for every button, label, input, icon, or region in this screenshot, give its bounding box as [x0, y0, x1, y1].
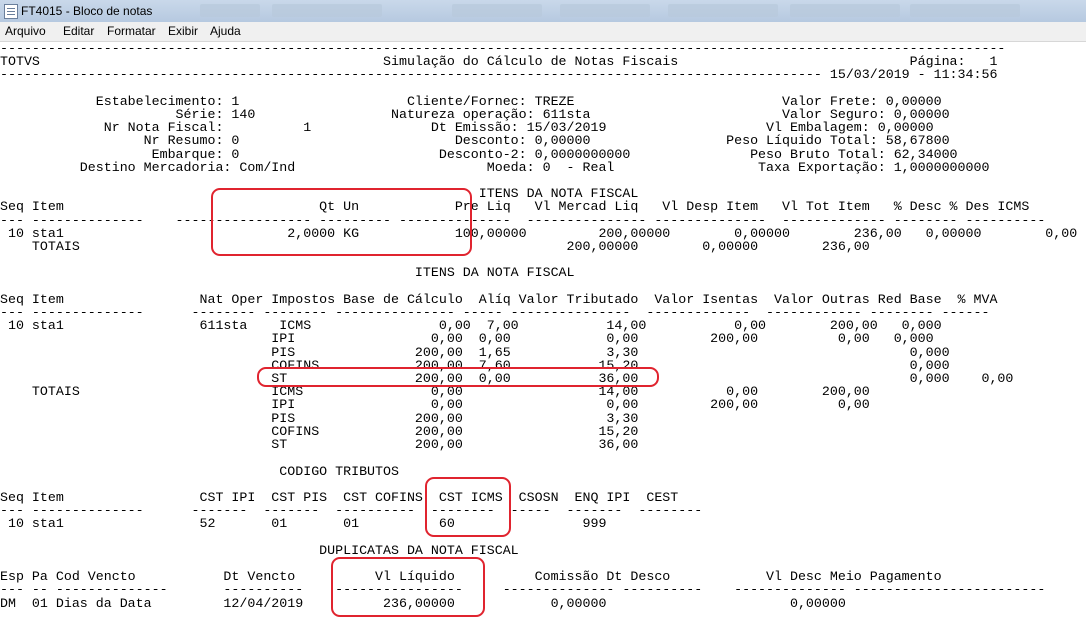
document-text: ----------------------------------------…: [0, 42, 1077, 610]
document-line: 10 sta1 52 01 01 60 999: [0, 516, 607, 532]
document-line: TOTAIS 200,00000 0,00000 236,00: [0, 239, 870, 255]
document-line: CODIGO TRIBUTOS: [0, 463, 399, 479]
background-tab-blur: [200, 4, 260, 17]
window-title: FT4015 - Bloco de notas: [21, 4, 153, 18]
document-text-area[interactable]: ----------------------------------------…: [0, 42, 1086, 644]
notepad-icon: [4, 4, 18, 19]
menu-editar[interactable]: Editar: [63, 24, 94, 38]
menu-ajuda[interactable]: Ajuda: [210, 24, 241, 38]
menu-exibir[interactable]: Exibir: [168, 24, 198, 38]
background-tab-blur: [668, 4, 778, 17]
menu-arquivo[interactable]: Arquivo: [5, 24, 46, 38]
document-line: ITENS DA NOTA FISCAL: [0, 265, 575, 281]
document-line: DM 01 Dias da Data 12/04/2019 236,00000 …: [0, 595, 846, 611]
background-tab-blur: [790, 4, 900, 17]
document-line: DUPLICATAS DA NOTA FISCAL: [0, 542, 519, 558]
menu-formatar[interactable]: Formatar: [107, 24, 156, 38]
background-tab-blur: [560, 4, 650, 17]
background-tab-blur: [272, 4, 382, 17]
window-titlebar: FT4015 - Bloco de notas: [0, 0, 1086, 23]
background-tab-blur: [910, 4, 1020, 17]
document-line: Destino Mercadoria: Com/Ind Moeda: 0 - R…: [0, 159, 990, 175]
document-line: ST 200,00 36,00: [0, 437, 639, 453]
background-tab-blur: [452, 4, 542, 17]
menu-bar: Arquivo Editar Formatar Exibir Ajuda: [0, 22, 1086, 42]
document-line: ----------------------------------------…: [0, 67, 998, 83]
